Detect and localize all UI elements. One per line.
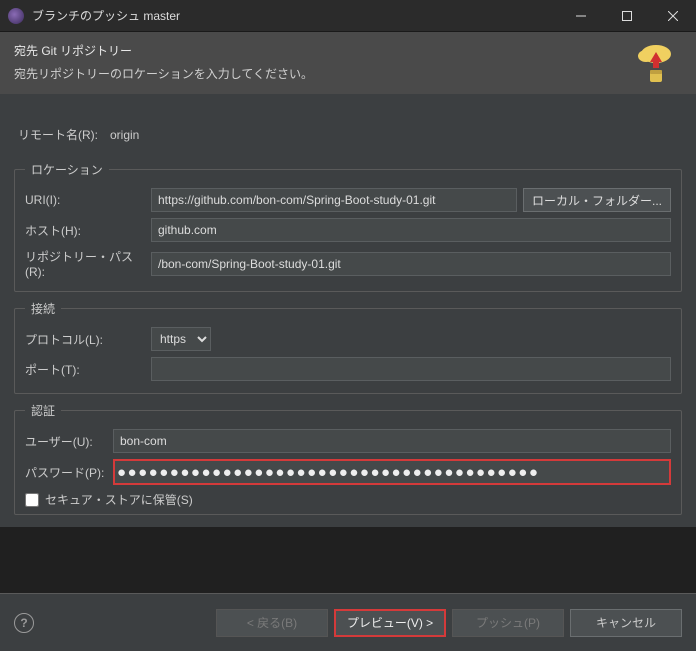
secure-store-label: セキュア・ストアに保管(S) [45, 491, 193, 508]
secure-store-checkbox[interactable] [25, 493, 39, 507]
help-icon[interactable]: ? [14, 613, 34, 633]
dialog-footer: ? < 戻る(B) プレビュー(V) > プッシュ(P) キャンセル [0, 593, 696, 651]
port-label: ポート(T): [25, 361, 151, 378]
password-label: パスワード(P): [25, 464, 113, 481]
header-subtitle: 宛先リポジトリーのロケーションを入力してください。 [14, 65, 682, 82]
remote-value: origin [110, 128, 139, 142]
auth-group: 認証 ユーザー(U): パスワード(P): ●●●●●●●●●●●●●●●●●●… [14, 402, 682, 515]
protocol-select[interactable]: https [151, 327, 211, 351]
repo-path-input[interactable] [151, 252, 671, 276]
user-label: ユーザー(U): [25, 433, 113, 450]
cancel-button[interactable]: キャンセル [570, 609, 682, 637]
remote-row: リモート名(R): origin [18, 126, 682, 143]
connection-legend: 接続 [25, 300, 61, 317]
remote-label: リモート名(R): [18, 126, 110, 143]
push-cloud-icon [632, 40, 678, 86]
uri-label: URI(I): [25, 193, 151, 207]
protocol-label: プロトコル(L): [25, 331, 151, 348]
host-label: ホスト(H): [25, 222, 151, 239]
uri-input[interactable] [151, 188, 517, 212]
local-folder-button[interactable]: ローカル・フォルダー... [523, 188, 671, 212]
location-legend: ロケーション [25, 161, 109, 178]
port-input[interactable] [151, 357, 671, 381]
dialog-content: リモート名(R): origin ロケーション URI(I): ローカル・フォル… [0, 94, 696, 527]
location-group: ロケーション URI(I): ローカル・フォルダー... ホスト(H): リポジ… [14, 161, 682, 292]
dialog-header: 宛先 Git リポジトリー 宛先リポジトリーのロケーションを入力してください。 [0, 32, 696, 94]
eclipse-icon [8, 8, 24, 24]
password-input[interactable]: ●●●●●●●●●●●●●●●●●●●●●●●●●●●●●●●●●●●●●●●● [113, 459, 671, 485]
titlebar: ブランチのプッシュ master [0, 0, 696, 32]
minimize-button[interactable] [558, 0, 604, 32]
auth-legend: 認証 [25, 402, 61, 419]
password-mask: ●●●●●●●●●●●●●●●●●●●●●●●●●●●●●●●●●●●●●●●● [117, 464, 539, 481]
push-button[interactable]: プッシュ(P) [452, 609, 564, 637]
window-title: ブランチのプッシュ master [32, 7, 558, 24]
close-button[interactable] [650, 0, 696, 32]
header-title: 宛先 Git リポジトリー [14, 42, 682, 59]
user-input[interactable] [113, 429, 671, 453]
connection-group: 接続 プロトコル(L): https ポート(T): [14, 300, 682, 394]
preview-button[interactable]: プレビュー(V) > [334, 609, 446, 637]
back-button[interactable]: < 戻る(B) [216, 609, 328, 637]
repo-path-label: リポジトリー・パス(R): [25, 248, 151, 279]
maximize-button[interactable] [604, 0, 650, 32]
host-input[interactable] [151, 218, 671, 242]
